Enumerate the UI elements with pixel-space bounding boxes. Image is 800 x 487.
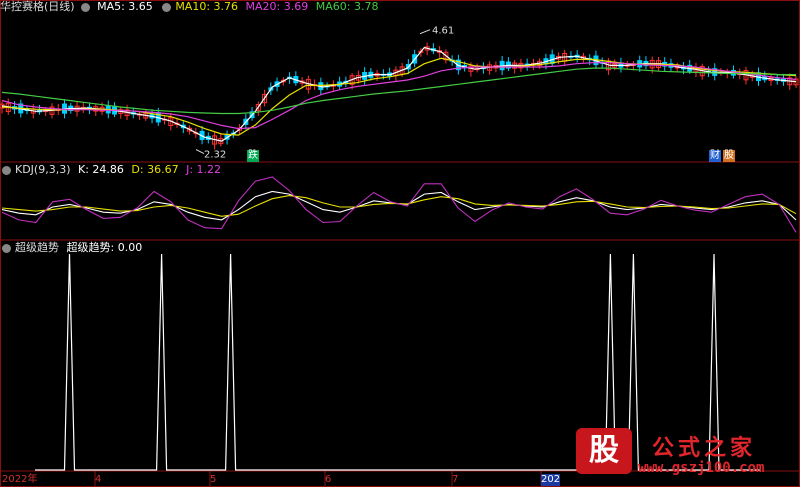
kdj-dot-icon[interactable]: [2, 165, 11, 175]
ma5-line: [1, 46, 797, 142]
indicator-title: 超级趋势: [15, 241, 59, 254]
tag-die[interactable]: 跌: [247, 150, 259, 162]
ma5-label: MA5: 3.65: [97, 0, 153, 13]
x-label-5: 202: [541, 474, 561, 486]
indicator-dot-icon[interactable]: [2, 243, 11, 253]
ma20-line: [1, 62, 797, 130]
x-label-0: 2022年: [2, 474, 38, 485]
tag-cai[interactable]: 财: [709, 150, 721, 162]
indicator-panel-header: 超级趋势 超级趋势: 0.00: [0, 241, 146, 255]
low-label: 2.32: [204, 150, 226, 161]
main-panel-header: 华控赛格(日线) MA5: 3.65 MA10: 3.76 MA20: 3.69…: [0, 0, 382, 14]
x-label-2: 5: [210, 474, 217, 485]
ma20-label: MA20: 3.69: [245, 0, 309, 13]
main-title: 华控赛格(日线): [0, 0, 75, 13]
kdj-d-label: D: 36.67: [131, 163, 179, 176]
ma-lines: [1, 46, 797, 142]
kdj-title: KDJ(9,3,3): [15, 163, 71, 176]
settings-dot-icon[interactable]: [80, 2, 90, 12]
x-label-4: 7: [452, 474, 459, 485]
ma10-dot-icon[interactable]: [162, 2, 172, 12]
kdj-k-label: K: 24.86: [78, 163, 124, 176]
tag-gu[interactable]: 股: [723, 150, 735, 162]
watermark-name: 公式之家: [652, 436, 757, 461]
kdj-j-label: J: 1.22: [186, 163, 222, 176]
watermark-badge: 股: [576, 428, 632, 474]
high-pointer: [419, 29, 431, 35]
low-pointer: [195, 149, 205, 154]
watermark-logo: 股 公式之家 www.gszj100.com: [572, 428, 782, 480]
indicator-value-label: 超级趋势: 0.00: [66, 241, 143, 254]
kdj-panel-header: KDJ(9,3,3) K: 24.86 D: 36.67 J: 1.22: [0, 163, 225, 177]
kdj-j-line: [1, 176, 797, 233]
high-label: 4.61: [432, 26, 454, 37]
x-label-1: 4: [95, 474, 102, 485]
x-label-3: 6: [325, 474, 332, 485]
ma60-label: MA60: 3.78: [315, 0, 379, 13]
kdj-lines: [1, 176, 797, 233]
watermark-url: www.gszj100.com: [638, 460, 765, 476]
ma10-label: MA10: 3.76: [175, 0, 239, 13]
candle-series: [0, 42, 799, 150]
